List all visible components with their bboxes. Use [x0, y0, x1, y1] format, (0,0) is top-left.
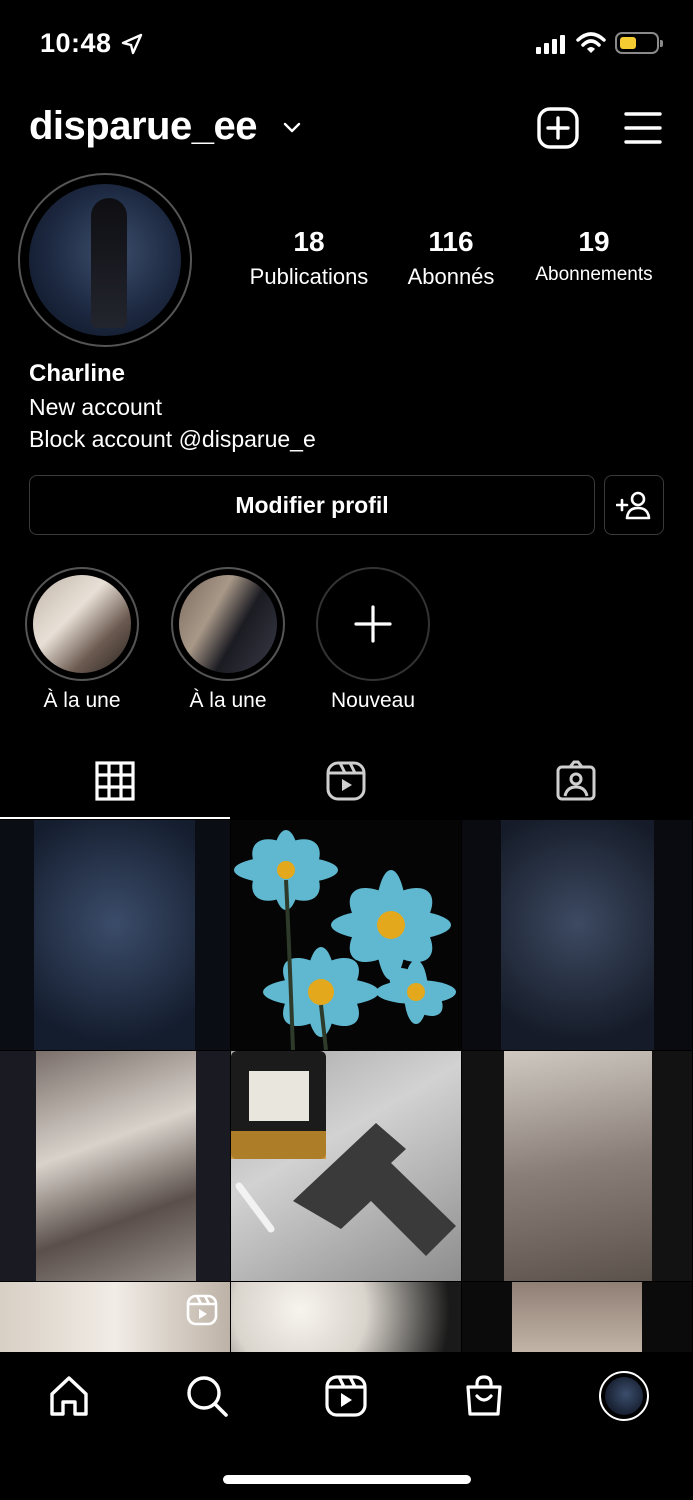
highlight-label: À la une [189, 689, 267, 712]
post-thumbnail[interactable] [462, 820, 692, 1050]
wifi-icon [576, 32, 606, 53]
hamburger-menu-icon[interactable] [624, 110, 662, 146]
grid-icon[interactable] [94, 760, 136, 802]
profile-avatar[interactable] [18, 173, 192, 347]
reels-icon[interactable] [324, 1374, 368, 1418]
active-tab-indicator [0, 817, 230, 819]
profile-bio-line: New account [29, 394, 162, 420]
stat-followers[interactable]: 116 Abonnés [392, 226, 510, 290]
highlight-thumbnail [33, 575, 131, 673]
cellular-signal-icon [536, 34, 565, 54]
stat-publications: 18 Publications [240, 226, 378, 290]
stat-publications-label: Publications [249, 264, 369, 289]
chevron-down-icon[interactable] [282, 118, 302, 138]
story-highlight[interactable]: À la une [171, 567, 285, 713]
post-thumbnail[interactable] [0, 820, 230, 1050]
post-thumbnail[interactable] [0, 1051, 230, 1281]
new-post-icon[interactable] [536, 106, 580, 150]
reels-icon[interactable] [325, 760, 367, 802]
home-indicator [223, 1475, 471, 1484]
post-thumbnail[interactable] [462, 1051, 692, 1281]
post-thumbnail[interactable] [231, 1282, 461, 1352]
post-thumbnail[interactable] [462, 1282, 692, 1352]
add-person-icon [616, 491, 651, 520]
new-highlight-button[interactable]: Nouveau [316, 567, 430, 713]
stat-publications-count: 18 [293, 226, 325, 257]
post-thumbnail[interactable] [0, 1282, 230, 1352]
home-icon[interactable] [47, 1374, 91, 1418]
profile-bio-line: Block account @disparue_e [29, 426, 316, 452]
edit-profile-button[interactable]: Modifier profil [29, 475, 595, 535]
tagged-icon[interactable] [555, 760, 597, 802]
profile-display-name: Charline [29, 360, 126, 387]
flowers-image [234, 830, 456, 1050]
highlight-label: Nouveau [330, 689, 416, 712]
search-icon[interactable] [185, 1374, 229, 1418]
post-thumbnail[interactable] [231, 820, 461, 1050]
stat-followers-count: 116 [428, 226, 474, 257]
profile-tab-avatar[interactable] [599, 1371, 649, 1421]
stat-following-count: 19 [578, 226, 610, 257]
plus-icon [354, 605, 392, 643]
reels-icon [186, 1294, 218, 1326]
discover-people-button[interactable] [604, 475, 664, 535]
posts-grid [0, 820, 693, 1352]
status-time: 10:48 [40, 28, 112, 58]
battery-icon [615, 32, 663, 54]
location-arrow-icon [121, 33, 143, 55]
story-highlight[interactable]: À la une [25, 567, 139, 713]
stat-following-label: Abonnements [535, 264, 653, 285]
still-life-image [231, 1051, 456, 1256]
highlight-thumbnail [179, 575, 277, 673]
shop-icon[interactable] [462, 1374, 506, 1418]
post-thumbnail[interactable] [231, 1051, 461, 1281]
highlight-label: À la une [43, 689, 121, 712]
status-bar: 10:48 [0, 0, 693, 90]
profile-username[interactable]: disparue_ee [29, 104, 257, 149]
stat-followers-label: Abonnés [407, 264, 495, 289]
stat-following[interactable]: 19 Abonnements [526, 226, 662, 286]
